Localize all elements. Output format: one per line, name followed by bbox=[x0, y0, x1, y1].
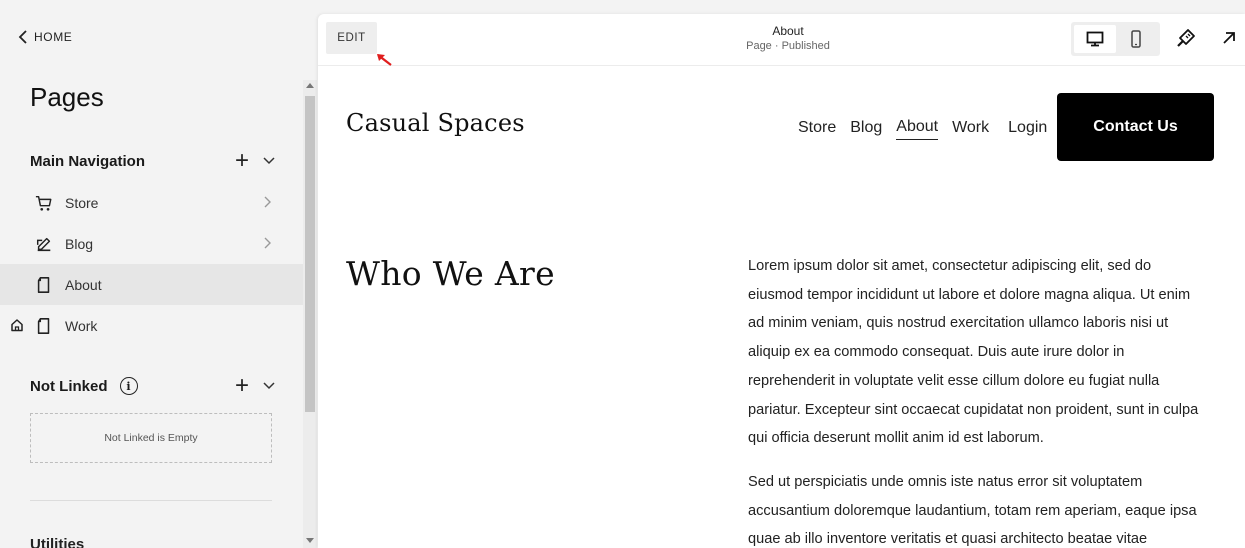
add-page-button[interactable]: + bbox=[235, 149, 249, 173]
sidebar-item-label: About bbox=[65, 276, 102, 293]
info-icon[interactable]: i bbox=[119, 377, 138, 395]
site-nav-work[interactable]: Work bbox=[952, 119, 989, 140]
mobile-icon bbox=[1131, 30, 1141, 48]
pointer-arrow-icon bbox=[377, 54, 392, 66]
utilities-label: Utilities bbox=[30, 536, 85, 548]
mobile-view-button[interactable] bbox=[1115, 25, 1157, 53]
chevron-down-icon bbox=[263, 382, 275, 390]
device-view-toggle bbox=[1071, 22, 1160, 56]
pages-sidebar: HOME Pages Main Navigation + Store Blog … bbox=[0, 0, 303, 548]
chevron-down-icon bbox=[263, 157, 275, 165]
site-styles-brush-icon[interactable] bbox=[1175, 27, 1197, 49]
edit-button[interactable]: EDIT bbox=[326, 22, 377, 54]
scroll-up-arrow-icon[interactable] bbox=[306, 83, 314, 88]
collapse-main-navigation-button[interactable] bbox=[263, 157, 275, 165]
chevron-right-icon bbox=[264, 196, 271, 208]
collapse-not-linked-button[interactable] bbox=[263, 382, 275, 390]
homepage-icon bbox=[11, 319, 23, 332]
main-navigation-header: Main Navigation + bbox=[30, 149, 275, 173]
sidebar-item-work[interactable]: Work bbox=[0, 305, 303, 346]
blog-edit-icon bbox=[34, 234, 54, 254]
section-divider bbox=[30, 500, 272, 501]
sidebar-item-label: Blog bbox=[65, 235, 94, 252]
page-icon bbox=[34, 275, 54, 295]
home-link[interactable]: HOME bbox=[18, 30, 72, 44]
page-info: About Page · Published bbox=[688, 24, 888, 52]
site-nav-about[interactable]: About bbox=[896, 118, 939, 140]
page-title: Pages bbox=[30, 82, 104, 112]
sidebar-item-label: Work bbox=[65, 317, 98, 334]
not-linked-empty-placeholder: Not Linked is Empty bbox=[30, 413, 272, 463]
page-info-status: Page · Published bbox=[746, 40, 830, 52]
body-text: Lorem ipsum dolor sit amet, consectetur … bbox=[748, 252, 1208, 548]
preview-toolbar: EDIT About Page · Published bbox=[318, 14, 1245, 66]
add-unlinked-page-button[interactable]: + bbox=[235, 374, 249, 398]
site-nav-store[interactable]: Store bbox=[798, 119, 836, 140]
sidebar-item-blog[interactable]: Blog bbox=[0, 223, 303, 264]
scroll-down-arrow-icon[interactable] bbox=[306, 538, 314, 543]
home-label: HOME bbox=[34, 30, 73, 44]
main-navigation-label: Main Navigation bbox=[30, 152, 146, 170]
page-preview-frame: EDIT About Page · Published Casual Space… bbox=[318, 14, 1245, 548]
chevron-right-icon bbox=[264, 237, 271, 249]
expand-arrow-icon[interactable] bbox=[1221, 30, 1237, 46]
desktop-icon bbox=[1086, 31, 1104, 47]
scrollbar-thumb[interactable] bbox=[305, 96, 315, 412]
sidebar-item-label: Store bbox=[65, 194, 99, 211]
site-navigation: Store Blog About Work Login bbox=[798, 118, 1047, 140]
sidebar-scrollbar[interactable] bbox=[303, 80, 317, 548]
not-linked-label: Not Linked bbox=[30, 377, 108, 395]
desktop-view-button[interactable] bbox=[1074, 25, 1116, 53]
site-nav-login[interactable]: Login bbox=[1008, 119, 1047, 140]
paragraph: Sed ut perspiciatis unde omnis iste natu… bbox=[748, 473, 1197, 548]
chevron-left-icon bbox=[18, 30, 27, 44]
sidebar-item-about[interactable]: About bbox=[0, 264, 303, 305]
sidebar-item-store[interactable]: Store bbox=[0, 182, 303, 223]
site-nav-blog[interactable]: Blog bbox=[850, 119, 882, 140]
site-logo[interactable]: Casual Spaces bbox=[346, 109, 525, 137]
cart-icon bbox=[34, 193, 54, 213]
section-heading: Who We Are bbox=[346, 254, 555, 293]
not-linked-header: Not Linked i + bbox=[30, 374, 275, 398]
page-info-title: About bbox=[772, 24, 804, 38]
page-icon bbox=[34, 316, 54, 336]
paragraph: Lorem ipsum dolor sit amet, consectetur … bbox=[748, 258, 1199, 447]
contact-us-button[interactable]: Contact Us bbox=[1057, 93, 1214, 161]
